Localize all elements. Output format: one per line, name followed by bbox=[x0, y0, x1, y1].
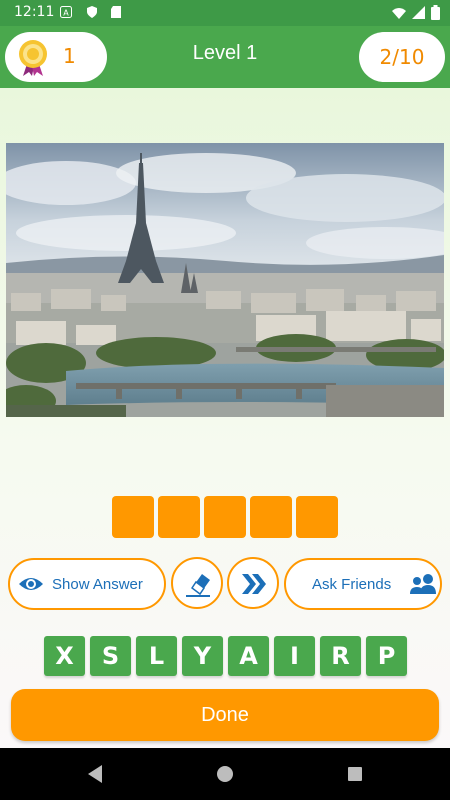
letter-tile[interactable]: S bbox=[90, 636, 131, 676]
letter-tiles: X S L Y A I R P bbox=[44, 636, 407, 676]
svg-text:A: A bbox=[63, 9, 69, 18]
show-answer-label: Show Answer bbox=[52, 576, 143, 593]
wifi-icon bbox=[392, 7, 406, 19]
answer-slots bbox=[112, 496, 338, 538]
answer-slot[interactable] bbox=[296, 496, 338, 538]
eye-icon bbox=[19, 578, 43, 590]
letter-tile[interactable]: X bbox=[44, 636, 85, 676]
skip-button[interactable] bbox=[227, 557, 279, 609]
back-icon[interactable] bbox=[86, 764, 104, 784]
puzzle-photo bbox=[6, 143, 444, 417]
group-icon bbox=[410, 574, 436, 594]
a-icon: A bbox=[60, 6, 72, 18]
skip-icon bbox=[242, 574, 266, 594]
answer-slot[interactable] bbox=[204, 496, 246, 538]
answer-slot[interactable] bbox=[158, 496, 200, 538]
ask-friends-label: Ask Friends bbox=[312, 576, 392, 593]
done-button[interactable]: Done bbox=[11, 689, 439, 741]
app-bar: 1 Level 1 2/10 bbox=[0, 26, 450, 88]
status-bar: 12:11 A bbox=[0, 0, 450, 26]
answer-slot[interactable] bbox=[250, 496, 292, 538]
paris-eiffel-tower-photo bbox=[6, 143, 444, 417]
ask-friends-button[interactable]: Ask Friends bbox=[284, 558, 442, 610]
show-answer-button[interactable]: Show Answer bbox=[8, 558, 166, 610]
eraser-button[interactable] bbox=[171, 557, 223, 609]
signal-icon bbox=[412, 5, 425, 19]
home-icon[interactable] bbox=[216, 764, 234, 784]
battery-icon bbox=[431, 5, 440, 20]
shield-icon bbox=[87, 6, 97, 18]
answer-slot[interactable] bbox=[112, 496, 154, 538]
letter-tile[interactable]: A bbox=[228, 636, 269, 676]
recents-icon[interactable] bbox=[346, 764, 364, 784]
status-time: 12:11 bbox=[14, 4, 55, 20]
letter-tile[interactable]: L bbox=[136, 636, 177, 676]
level-progress: 2/10 bbox=[359, 32, 445, 82]
eraser-icon bbox=[186, 574, 210, 597]
letter-tile[interactable]: I bbox=[274, 636, 315, 676]
letter-tile[interactable]: R bbox=[320, 636, 361, 676]
letter-tile[interactable]: Y bbox=[182, 636, 223, 676]
system-nav-bar bbox=[0, 748, 450, 800]
letter-tile[interactable]: P bbox=[366, 636, 407, 676]
sd-card-icon bbox=[111, 6, 121, 18]
